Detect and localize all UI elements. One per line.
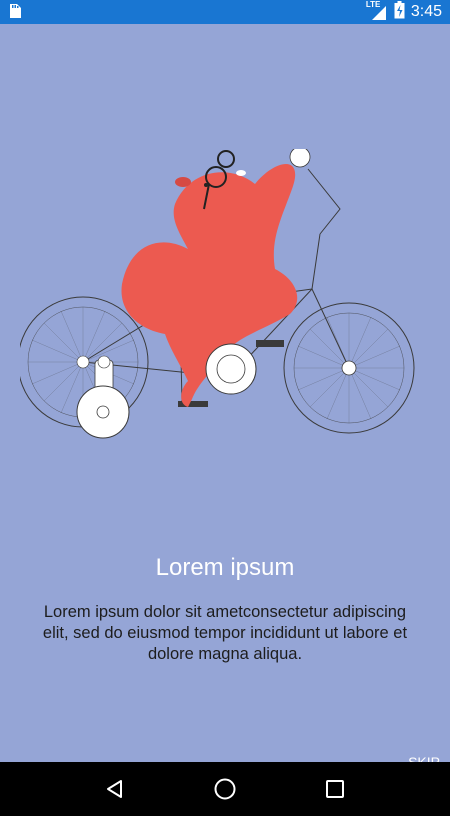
battery-icon	[394, 1, 405, 23]
clock: 3:45	[410, 3, 442, 20]
squirrel-bicycle-illustration	[20, 149, 415, 439]
onboarding-page: Lorem ipsum Lorem ipsum dolor sit ametco…	[0, 24, 450, 770]
back-button[interactable]	[95, 769, 135, 809]
home-icon	[214, 778, 236, 800]
recents-icon	[326, 780, 344, 798]
sd-card-icon	[8, 3, 22, 23]
onboarding-title: Lorem ipsum	[155, 554, 295, 581]
back-icon	[107, 780, 122, 798]
onboarding-description: Lorem ipsum dolor sit ametconsectetur ad…	[42, 603, 408, 663]
navigation-bar	[0, 762, 450, 816]
recents-button[interactable]	[315, 769, 355, 809]
home-button[interactable]	[205, 769, 245, 809]
signal-icon: LTE	[366, 0, 388, 21]
status-bar: LTE 3:45	[0, 0, 450, 24]
